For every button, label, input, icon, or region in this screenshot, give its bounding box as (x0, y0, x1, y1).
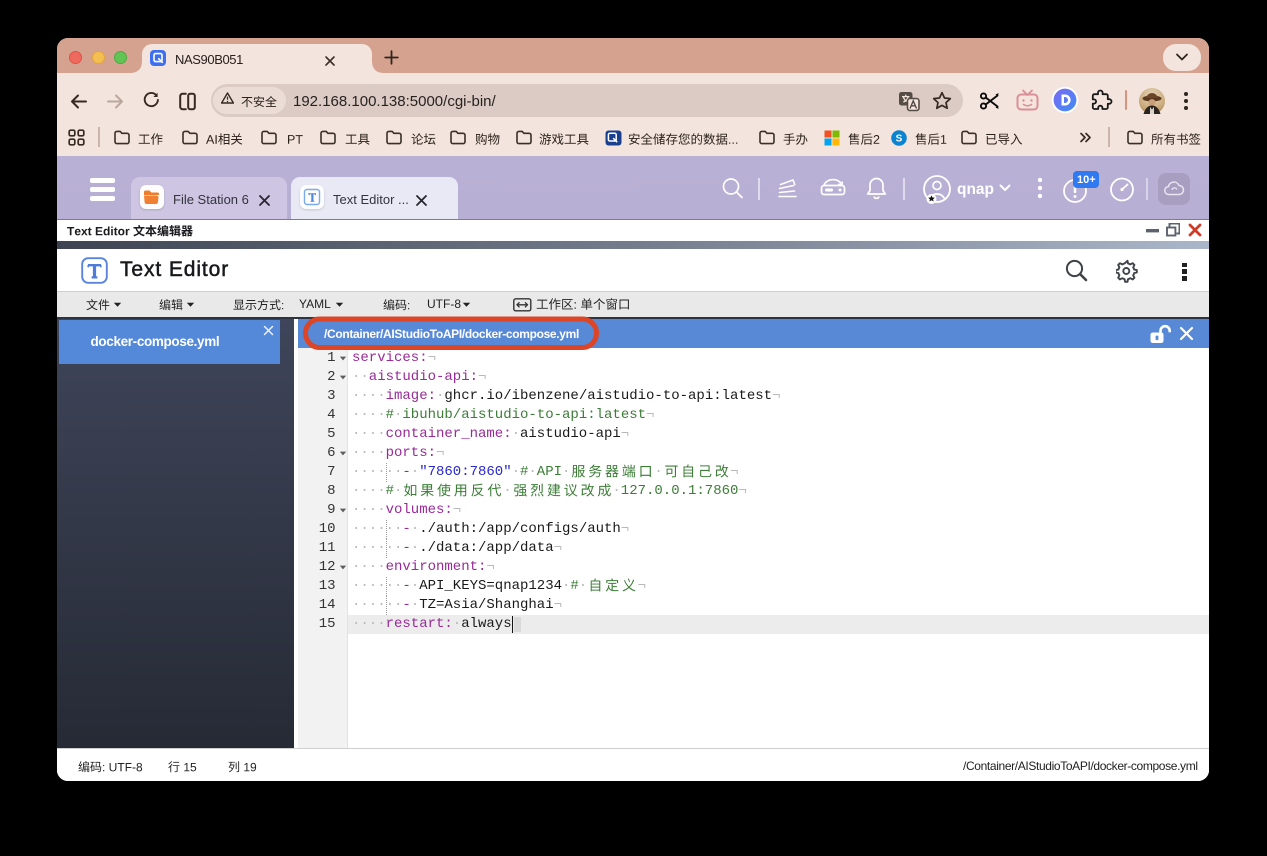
svg-text:S: S (896, 134, 903, 145)
